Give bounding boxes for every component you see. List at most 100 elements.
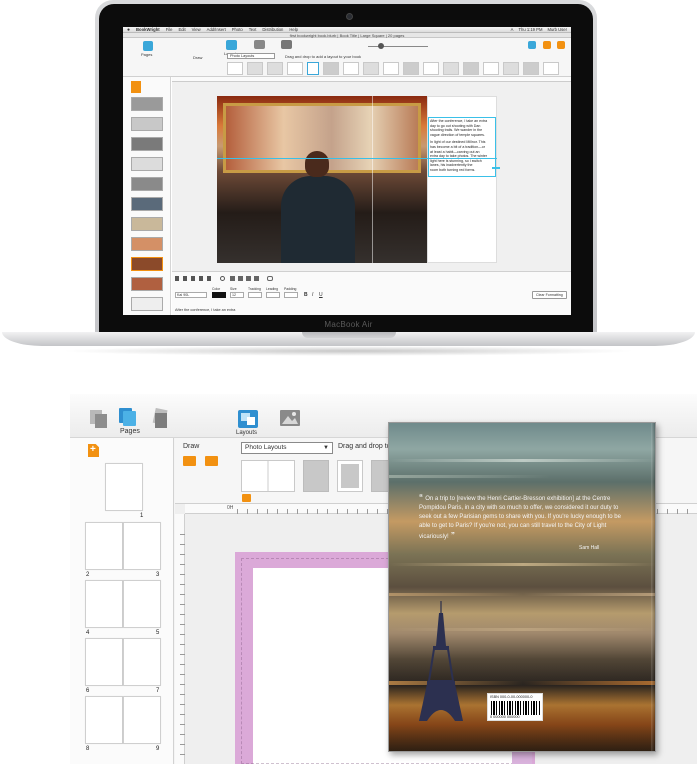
layout-thumb[interactable] [343, 62, 359, 75]
page-thumb-8[interactable] [85, 696, 123, 744]
link-icon[interactable] [267, 276, 273, 281]
layout-thumb-selected[interactable] [307, 62, 319, 75]
color-swatch[interactable] [212, 292, 226, 298]
align-icons[interactable] [175, 276, 215, 281]
pages-icon[interactable] [143, 41, 153, 51]
zoom-slider[interactable] [368, 46, 428, 47]
publish-icon[interactable] [557, 41, 565, 49]
size-field[interactable]: 12 [230, 292, 244, 298]
undo-icon[interactable] [220, 276, 225, 281]
pages-tab-label[interactable]: Pages [120, 428, 140, 435]
menu-distribution[interactable]: Distribution [262, 27, 283, 32]
leading-field[interactable] [266, 292, 280, 298]
layout-thumb[interactable] [267, 62, 283, 75]
preview-icon[interactable] [528, 41, 536, 49]
underline-button[interactable]: U [319, 292, 323, 298]
add-layout-icon[interactable] [242, 494, 251, 502]
layout-thumb[interactable] [523, 62, 539, 75]
menu-app[interactable]: BookWright [136, 27, 160, 32]
menu-photo[interactable]: Photo [232, 27, 243, 32]
layouts-tab-icon[interactable] [238, 410, 258, 428]
layout-thumb[interactable] [403, 62, 419, 75]
layout-thumb[interactable] [323, 62, 339, 75]
tracking-field[interactable] [248, 292, 262, 298]
page-thumb-5[interactable] [123, 580, 161, 628]
layout-thumb[interactable] [543, 62, 559, 75]
layout-thumb[interactable] [503, 62, 519, 75]
layouts-tab-label[interactable]: Layouts [236, 430, 257, 436]
menu-view[interactable]: View [192, 27, 201, 32]
chevron-down-icon: ▼ [323, 445, 329, 451]
all-pages-icon[interactable] [88, 408, 110, 430]
layout-thumb[interactable] [443, 62, 459, 75]
page-thumb[interactable] [131, 81, 141, 93]
menubar-status-a[interactable]: A [511, 27, 514, 32]
motion-streak [389, 563, 655, 566]
layout-thumb[interactable] [463, 62, 479, 75]
clear-formatting-button[interactable]: Clear Formatting [532, 291, 567, 299]
menubar-user[interactable]: Murb User [547, 27, 567, 32]
draw-edit-icon[interactable] [205, 456, 218, 466]
pages-tab-label[interactable]: Pages [141, 52, 152, 57]
page-thumb[interactable] [131, 177, 163, 191]
page-thumb[interactable] [131, 217, 163, 231]
zoom-slider-knob[interactable] [378, 43, 384, 49]
layouts-icon[interactable] [226, 40, 237, 50]
page-thumb-9[interactable] [123, 696, 161, 744]
menu-text[interactable]: Text [249, 27, 257, 32]
page-thumb-4[interactable] [85, 580, 123, 628]
page-thumb-2[interactable] [85, 522, 123, 570]
image-icon[interactable] [280, 410, 300, 426]
italic-button[interactable]: I [312, 292, 313, 298]
pages-tab-icon[interactable] [118, 406, 138, 428]
page-thumb[interactable] [131, 117, 163, 131]
page-thumb[interactable] [131, 237, 163, 251]
layout-thumb[interactable] [287, 62, 303, 75]
menu-add-insert[interactable]: Add/Insert [207, 27, 226, 32]
image-icon[interactable] [254, 40, 265, 49]
list-icons[interactable] [230, 276, 260, 281]
page-thumb[interactable] [131, 137, 163, 151]
menu-help[interactable]: Help [289, 27, 298, 32]
spread-photo[interactable] [217, 96, 427, 263]
layouts-dropdown[interactable]: Photo Layouts [227, 53, 275, 59]
padding-field[interactable] [284, 292, 298, 298]
page-number: 7 [156, 688, 160, 694]
page-thumb[interactable] [131, 297, 163, 311]
page-thumb-7[interactable] [123, 638, 161, 686]
menu-file[interactable]: File [166, 27, 173, 32]
bold-button[interactable]: B [304, 292, 308, 298]
layout-thumb[interactable] [247, 62, 263, 75]
page-thumb[interactable] [131, 97, 163, 111]
upload-icon[interactable] [543, 41, 551, 49]
layout-thumb-gray[interactable] [303, 460, 329, 492]
layout-thumb[interactable] [423, 62, 439, 75]
layout-thumb[interactable] [383, 62, 399, 75]
color-label: Color [212, 287, 221, 291]
page-number: 9 [156, 746, 160, 752]
spreads-icon[interactable] [150, 408, 172, 430]
body-text-block[interactable]: After the conference, I take an extra da… [430, 119, 496, 173]
cover-quote: “ On a trip to [review the Henri Cartier… [419, 493, 629, 542]
page-thumb-1[interactable] [105, 463, 143, 511]
text-line: room both turning red forms. [430, 167, 476, 172]
menu-edit[interactable]: Edit [178, 27, 185, 32]
page-thumb-selected[interactable] [131, 257, 163, 271]
font-select[interactable]: Kai 90L [175, 292, 207, 298]
text-box-icon[interactable] [281, 40, 292, 49]
apple-icon[interactable]: ● [127, 27, 130, 33]
layout-thumb[interactable] [227, 62, 243, 75]
layout-thumb[interactable] [363, 62, 379, 75]
page-thumb-6[interactable] [85, 638, 123, 686]
page-thumb[interactable] [131, 277, 163, 291]
layout-thumb[interactable] [483, 62, 499, 75]
layout-thumb-double[interactable] [241, 460, 295, 492]
draw-tool-icon[interactable] [183, 456, 196, 466]
page-thumb[interactable] [131, 197, 163, 211]
layouts-dropdown[interactable]: Photo Layouts ▼ [241, 442, 333, 454]
barcode: ISBN 000-0-00-000000-0 0 000000 000000 [487, 693, 543, 721]
page-thumb-3[interactable] [123, 522, 161, 570]
frame-handle[interactable] [492, 167, 500, 169]
page-thumb[interactable] [131, 157, 163, 171]
laptop-notch [302, 332, 396, 338]
